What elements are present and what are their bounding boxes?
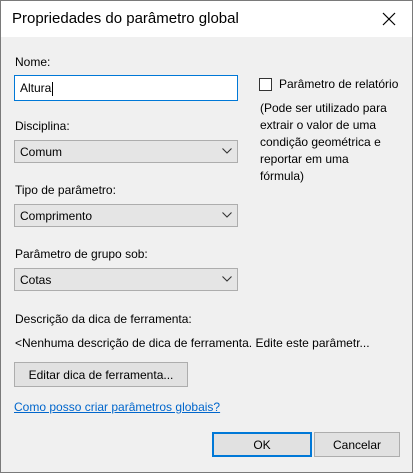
dialog-content: Nome: Altura Parâmetro de relatório (Pod… <box>1 37 412 472</box>
cancel-button[interactable]: Cancelar <box>314 432 400 457</box>
discipline-label: Disciplina: <box>15 119 70 133</box>
discipline-select[interactable]: Comum <box>14 140 238 163</box>
note-line: extrair o valor de uma <box>260 118 377 132</box>
close-icon <box>382 12 396 26</box>
reporting-parameter-checkbox[interactable] <box>259 78 272 91</box>
close-button[interactable] <box>366 1 412 37</box>
title-bar: Propriedades do parâmetro global <box>1 1 412 37</box>
group-parameter-label: Parâmetro de grupo sob: <box>15 247 148 261</box>
group-parameter-select[interactable]: Cotas <box>14 268 238 291</box>
chevron-down-icon <box>222 212 232 218</box>
note-line: fórmula) <box>260 169 305 183</box>
parameter-type-label: Tipo de parâmetro: <box>15 183 116 197</box>
group-parameter-selected-value: Cotas <box>20 273 52 287</box>
chevron-down-icon <box>222 276 232 282</box>
ok-button[interactable]: OK <box>212 432 312 457</box>
discipline-selected-value: Comum <box>20 145 63 159</box>
reporting-parameter-label[interactable]: Parâmetro de relatório <box>279 77 398 91</box>
help-link[interactable]: Como posso criar parâmetros globais? <box>14 400 220 414</box>
tooltip-description-label: Descrição da dica de ferramenta: <box>15 312 192 326</box>
chevron-down-icon <box>222 148 232 154</box>
edit-tooltip-button[interactable]: Editar dica de ferramenta... <box>14 362 188 387</box>
note-line: reportar em uma <box>260 152 349 166</box>
dialog-title: Propriedades do parâmetro global <box>12 10 239 27</box>
dialog-window: Propriedades do parâmetro global Nome: A… <box>0 0 413 473</box>
tooltip-description-text: <Nenhuma descrição de dica de ferramenta… <box>15 336 370 350</box>
name-input[interactable]: Altura <box>14 75 238 101</box>
parameter-type-selected-value: Comprimento <box>20 209 93 223</box>
text-caret <box>52 81 54 96</box>
name-label: Nome: <box>15 55 51 69</box>
note-line: condição geométrica e <box>260 135 381 149</box>
parameter-type-select[interactable]: Comprimento <box>14 204 238 227</box>
reporting-parameter-note: (Pode ser utilizado para extrair o valor… <box>260 100 408 185</box>
note-line: (Pode ser utilizado para <box>260 101 387 115</box>
name-input-value: Altura <box>20 81 52 95</box>
